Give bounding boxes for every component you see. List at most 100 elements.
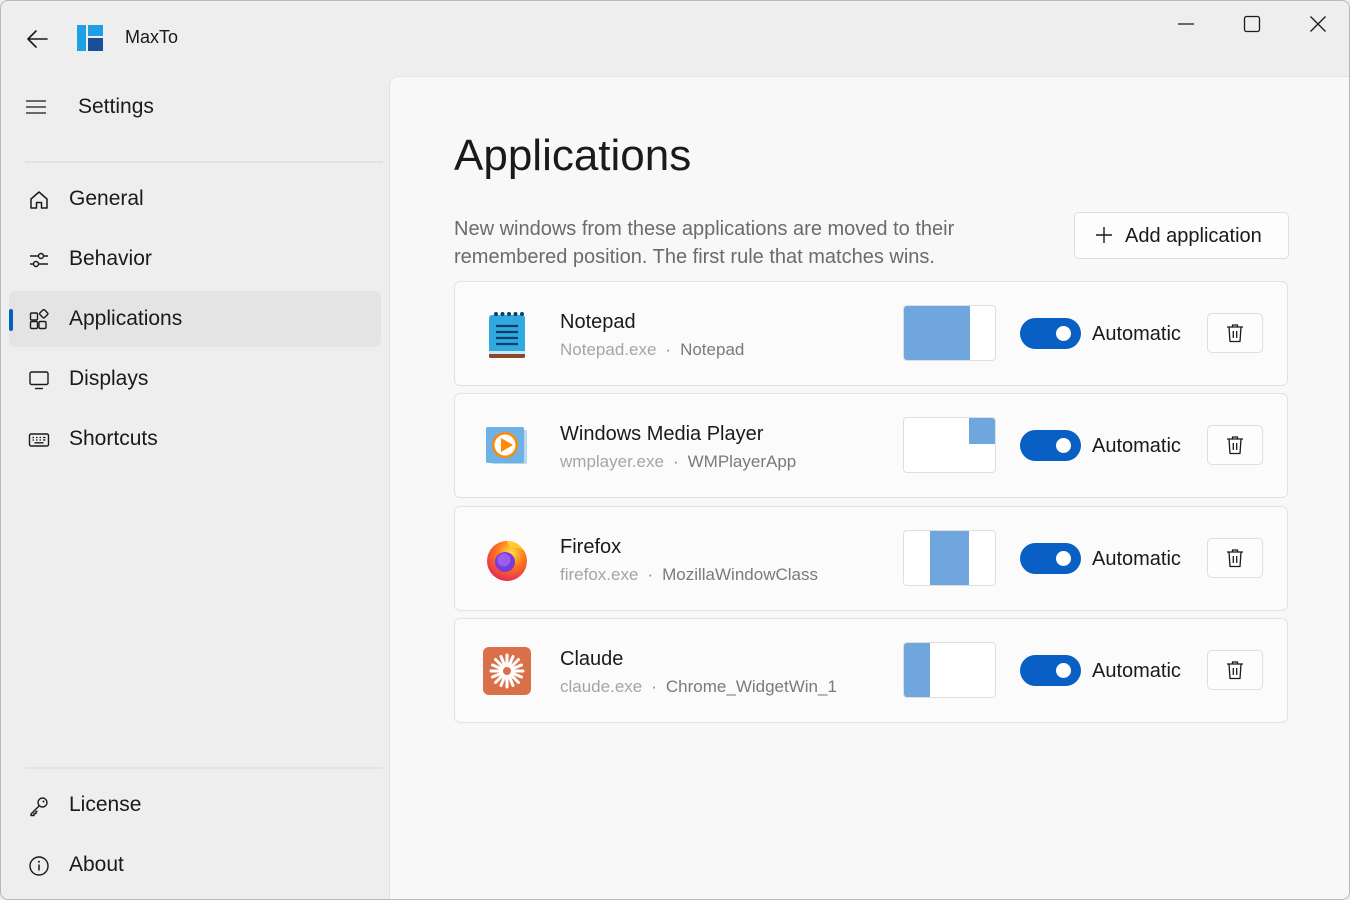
app-name: Windows Media Player <box>560 423 764 445</box>
maximize-button[interactable] <box>1229 9 1275 39</box>
layout-preview[interactable] <box>903 642 996 698</box>
layout-preview[interactable] <box>903 530 996 586</box>
application-card-windows-media-player: Windows Media Player wmplayer.exe · WMPlay… <box>454 393 1288 498</box>
layout-zone <box>904 306 970 360</box>
app-name: Notepad <box>560 311 636 333</box>
notepad-icon <box>483 308 531 360</box>
layout-zone <box>969 418 995 444</box>
separator-dot: · <box>672 452 679 471</box>
trash-icon <box>1227 324 1243 343</box>
app-window: MaxTo Settings General Behavior Applicat… <box>0 0 1350 900</box>
sidebar-item-label: License <box>69 793 142 816</box>
keyboard-icon <box>27 428 51 452</box>
layout-zone <box>930 531 969 585</box>
toggle-label: Automatic <box>1092 435 1181 457</box>
toggle-knob <box>1056 551 1071 566</box>
sidebar-item-license[interactable]: License <box>9 777 381 833</box>
toggle-knob <box>1056 326 1071 341</box>
automatic-toggle[interactable] <box>1020 318 1081 349</box>
app-name: Firefox <box>560 536 622 558</box>
application-card-firefox: Firefox firefox.exe · MozillaWindowClass A… <box>454 506 1288 611</box>
trash-icon <box>1227 549 1243 568</box>
content-panel: Applications New windows from these appl… <box>389 76 1349 899</box>
claude-icon <box>483 645 531 697</box>
sliders-icon <box>27 248 51 272</box>
app-exe: claude.exe <box>560 677 643 696</box>
app-window-class: MozillaWindowClass <box>662 565 818 584</box>
sidebar-item-label: Applications <box>69 307 183 330</box>
delete-button[interactable] <box>1207 313 1263 353</box>
app-details: claude.exe · Chrome_WidgetWin_1 <box>560 677 837 697</box>
sidebar-item-applications[interactable]: Applications <box>9 291 381 347</box>
hamburger-icon <box>26 100 46 114</box>
toggle-label: Automatic <box>1092 660 1181 682</box>
app-window-class: WMPlayerApp <box>687 452 797 471</box>
sidebar-item-shortcuts[interactable]: Shortcuts <box>9 411 381 467</box>
application-card-notepad: Notepad Notepad.exe · Notepad Automatic <box>454 281 1288 386</box>
trash-icon <box>1227 661 1243 680</box>
add-application-label: Add application <box>1125 225 1262 247</box>
automatic-toggle[interactable] <box>1020 543 1081 574</box>
layout-preview[interactable] <box>903 417 996 473</box>
separator-dot: · <box>665 340 672 359</box>
app-details: firefox.exe · MozillaWindowClass <box>560 565 818 585</box>
close-icon <box>1310 16 1326 32</box>
sidebar-item-label: Displays <box>69 367 149 390</box>
hamburger-menu-button[interactable] <box>21 93 51 121</box>
sidebar-item-label: About <box>69 853 124 876</box>
separator-dot: · <box>651 677 657 696</box>
maxto-logo-icon <box>77 25 103 51</box>
automatic-toggle[interactable] <box>1020 430 1081 461</box>
automatic-toggle[interactable] <box>1020 655 1081 686</box>
sidebar-item-label: Behavior <box>69 247 152 270</box>
key-icon <box>27 794 51 818</box>
back-arrow-icon <box>27 30 48 48</box>
plus-icon <box>1096 227 1112 243</box>
app-title: MaxTo <box>125 27 179 47</box>
page-description: New windows from these applications are … <box>454 218 955 268</box>
sidebar-item-label: Shortcuts <box>69 427 158 450</box>
app-name: Claude <box>560 648 624 670</box>
close-button[interactable] <box>1295 9 1341 39</box>
delete-button[interactable] <box>1207 538 1263 578</box>
toggle-knob <box>1056 438 1071 453</box>
app-window-class: Chrome_WidgetWin_1 <box>665 677 837 696</box>
page-title: Applications <box>454 131 692 180</box>
app-exe: firefox.exe <box>560 565 639 584</box>
sidebar-title: Settings <box>78 95 154 118</box>
add-application-button[interactable]: Add application <box>1074 212 1289 259</box>
toggle-label: Automatic <box>1092 323 1181 345</box>
apps-icon <box>27 308 51 332</box>
sidebar-item-displays[interactable]: Displays <box>9 351 381 407</box>
selection-indicator <box>9 309 13 331</box>
toggle-label: Automatic <box>1092 548 1181 570</box>
trash-icon <box>1227 436 1243 455</box>
media-player-icon <box>483 420 531 472</box>
sidebar-item-general[interactable]: General <box>9 171 381 227</box>
delete-button[interactable] <box>1207 650 1263 690</box>
sidebar-item-about[interactable]: About <box>9 837 381 893</box>
maximize-icon <box>1243 15 1261 33</box>
toggle-knob <box>1056 663 1071 678</box>
minimize-icon <box>1178 23 1194 25</box>
sidebar-item-behavior[interactable]: Behavior <box>9 231 381 287</box>
firefox-icon <box>483 533 531 585</box>
app-details: wmplayer.exe · WMPlayerApp <box>560 452 796 472</box>
app-window-class: Notepad <box>680 340 745 359</box>
app-details: Notepad.exe · Notepad <box>560 340 744 360</box>
separator-dot: · <box>647 565 654 584</box>
minimize-button[interactable] <box>1163 9 1209 39</box>
back-button[interactable] <box>19 23 55 55</box>
sidebar-item-label: General <box>69 187 144 210</box>
app-exe: Notepad.exe <box>560 340 657 359</box>
title-bar: MaxTo <box>1 1 1349 75</box>
delete-button[interactable] <box>1207 425 1263 465</box>
sidebar-divider <box>25 161 383 163</box>
sidebar-divider <box>25 767 383 769</box>
home-icon <box>27 188 51 212</box>
monitor-icon <box>27 368 51 392</box>
application-card-claude: Claude claude.exe · Chrome_WidgetWin_1 Aut… <box>454 618 1288 723</box>
layout-preview[interactable] <box>903 305 996 361</box>
app-exe: wmplayer.exe <box>560 452 664 471</box>
info-icon <box>27 854 51 878</box>
